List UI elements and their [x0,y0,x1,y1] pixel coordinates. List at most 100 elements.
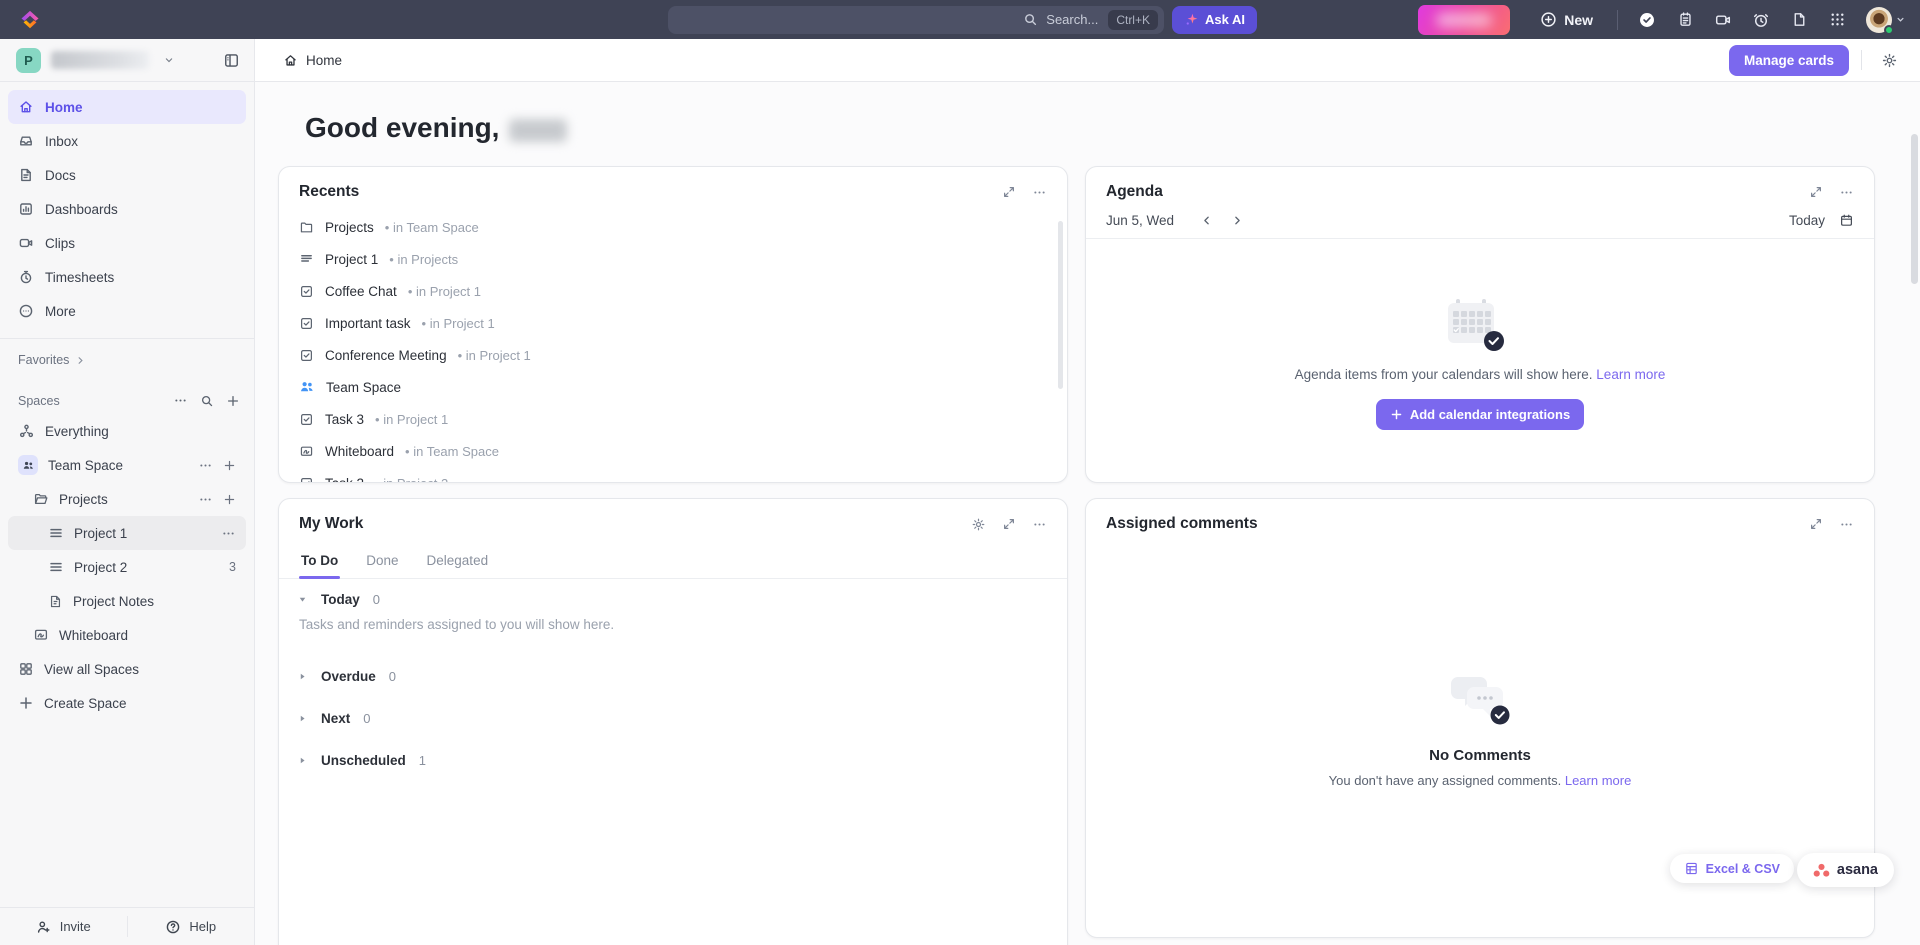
my-tasks-button[interactable] [1630,5,1664,35]
sidebar-item-projects-folder[interactable]: Projects [8,482,246,516]
record-clip-button[interactable] [1706,5,1740,35]
ellipsis-icon[interactable] [198,492,213,507]
task-icon [301,349,312,361]
sidebar-item-label: Clips [45,235,76,251]
list-item[interactable]: Task 2 • in Project 2 [279,467,1067,482]
user-name-redacted [509,118,568,142]
sidebar-item-inbox[interactable]: Inbox [8,124,246,158]
today-button[interactable]: Today [1789,213,1825,228]
sidebar-item-home[interactable]: Home [8,90,246,124]
chevron-left-icon[interactable] [1200,214,1213,227]
calendar-illustration [1448,299,1504,351]
ellipsis-icon[interactable] [1032,185,1047,200]
sidebar-item-view-all-spaces[interactable]: View all Spaces [8,652,246,686]
search-spaces-icon[interactable] [200,394,214,408]
chevron-right-icon[interactable] [1231,214,1244,227]
learn-more-link[interactable]: Learn more [1565,773,1631,788]
page-scrollbar[interactable] [1910,82,1919,945]
notepad-button[interactable] [1668,5,1702,35]
list-item[interactable]: Coffee Chat • in Project 1 [279,275,1067,307]
section-today[interactable]: Today 0 [279,579,1067,613]
gear-icon[interactable] [971,517,986,532]
manage-cards-button[interactable]: Manage cards [1728,44,1849,76]
page-title: Good evening, [305,112,1920,144]
sidebar-item-timesheets[interactable]: Timesheets [8,260,246,294]
tree-item-label: Project Notes [73,593,155,609]
list-item[interactable]: Important task • in Project 1 [279,307,1067,339]
agenda-card: Agenda Jun 5, Wed Today Agenda items fro… [1085,166,1875,483]
favorites-toggle[interactable]: Favorites [0,349,254,371]
list-item[interactable]: Conference Meeting • in Project 1 [279,339,1067,371]
grid-icon [20,663,32,675]
comments-illustration [1451,676,1510,724]
ask-ai-button[interactable]: Ask AI [1172,5,1257,34]
plus-icon [1391,409,1402,420]
sidebar-item-project-1[interactable]: Project 1 [8,516,246,550]
ellipsis-icon[interactable] [221,526,236,541]
add-icon[interactable] [223,459,236,472]
sidebar-item-everything[interactable]: Everything [8,414,246,448]
clickup-logo-icon[interactable] [18,8,42,32]
sidebar-item-project-2[interactable]: Project 2 3 [8,550,246,584]
card-scrollbar[interactable] [1058,221,1063,389]
sidebar-item-project-notes[interactable]: Project Notes [8,584,246,618]
no-comments-title: No Comments [1429,746,1531,764]
add-calendar-integrations-button[interactable]: Add calendar integrations [1375,399,1585,430]
ellipsis-icon[interactable] [1032,517,1047,532]
section-overdue[interactable]: Overdue 0 [279,656,1067,690]
sidebar-footer: Invite Help [0,907,254,945]
expand-icon[interactable] [1002,185,1016,199]
expand-icon[interactable] [1809,185,1823,199]
list-item[interactable]: Project 1 • in Projects [279,243,1067,275]
list-item[interactable]: Projects • in Team Space [279,211,1067,243]
caret-right-icon [300,715,305,722]
tree-item-label: Projects [59,491,108,507]
scrollbar-thumb[interactable] [1911,134,1918,284]
settings-button[interactable] [1874,45,1904,75]
workspace-switcher[interactable]: P [0,39,254,82]
ellipsis-icon[interactable] [1839,185,1854,200]
section-unscheduled[interactable]: Unscheduled 1 [279,740,1067,774]
invite-button[interactable]: Invite [0,908,127,945]
apps-grid-button[interactable] [1820,5,1854,35]
import-asana-button[interactable]: asana [1796,853,1894,887]
tab-to-do[interactable]: To Do [299,547,341,579]
card-title: My Work [299,515,364,532]
sidebar-item-more[interactable]: More [8,294,246,328]
search-input[interactable]: Search... Ctrl+K [668,5,1164,34]
upgrade-button[interactable] [1418,4,1511,35]
add-space-icon[interactable] [226,394,240,408]
help-button[interactable]: Help [128,908,255,945]
section-next[interactable]: Next 0 [279,698,1067,732]
sidebar-item-docs[interactable]: Docs [8,158,246,192]
people-icon [23,461,33,469]
sidebar-item-whiteboard[interactable]: Whiteboard [8,618,246,652]
reminders-button[interactable] [1744,5,1778,35]
add-icon[interactable] [223,493,236,506]
topbar-right: New [1418,4,1906,35]
calendar-icon[interactable] [1839,213,1854,228]
whiteboard-icon [34,629,48,640]
learn-more-link[interactable]: Learn more [1596,367,1665,382]
list-item[interactable]: Whiteboard • in Team Space [279,435,1067,467]
list-item[interactable]: Team Space [279,371,1067,403]
my-work-tabs: To Do Done Delegated [279,541,1067,579]
import-excel-csv-button[interactable]: Excel & CSV [1669,854,1794,883]
list-item[interactable]: Task 3 • in Project 1 [279,403,1067,435]
tab-done[interactable]: Done [364,547,400,578]
breadcrumb[interactable]: Home [283,53,342,68]
account-menu[interactable] [1866,6,1906,35]
ellipsis-icon[interactable] [173,393,188,408]
collapse-sidebar-icon[interactable] [223,52,240,69]
today-empty-text: Tasks and reminders assigned to you will… [299,617,615,632]
sidebar-item-team-space[interactable]: Team Space [8,448,246,482]
grid-dots-icon [1830,13,1844,26]
docs-quick-button[interactable] [1782,5,1816,35]
ellipsis-icon[interactable] [198,458,213,473]
new-button[interactable]: New [1528,11,1605,28]
sidebar-item-create-space[interactable]: Create Space [8,686,246,720]
sidebar-item-clips[interactable]: Clips [8,226,246,260]
sidebar-item-dashboards[interactable]: Dashboards [8,192,246,226]
expand-icon[interactable] [1002,517,1016,531]
tab-delegated[interactable]: Delegated [425,547,491,578]
